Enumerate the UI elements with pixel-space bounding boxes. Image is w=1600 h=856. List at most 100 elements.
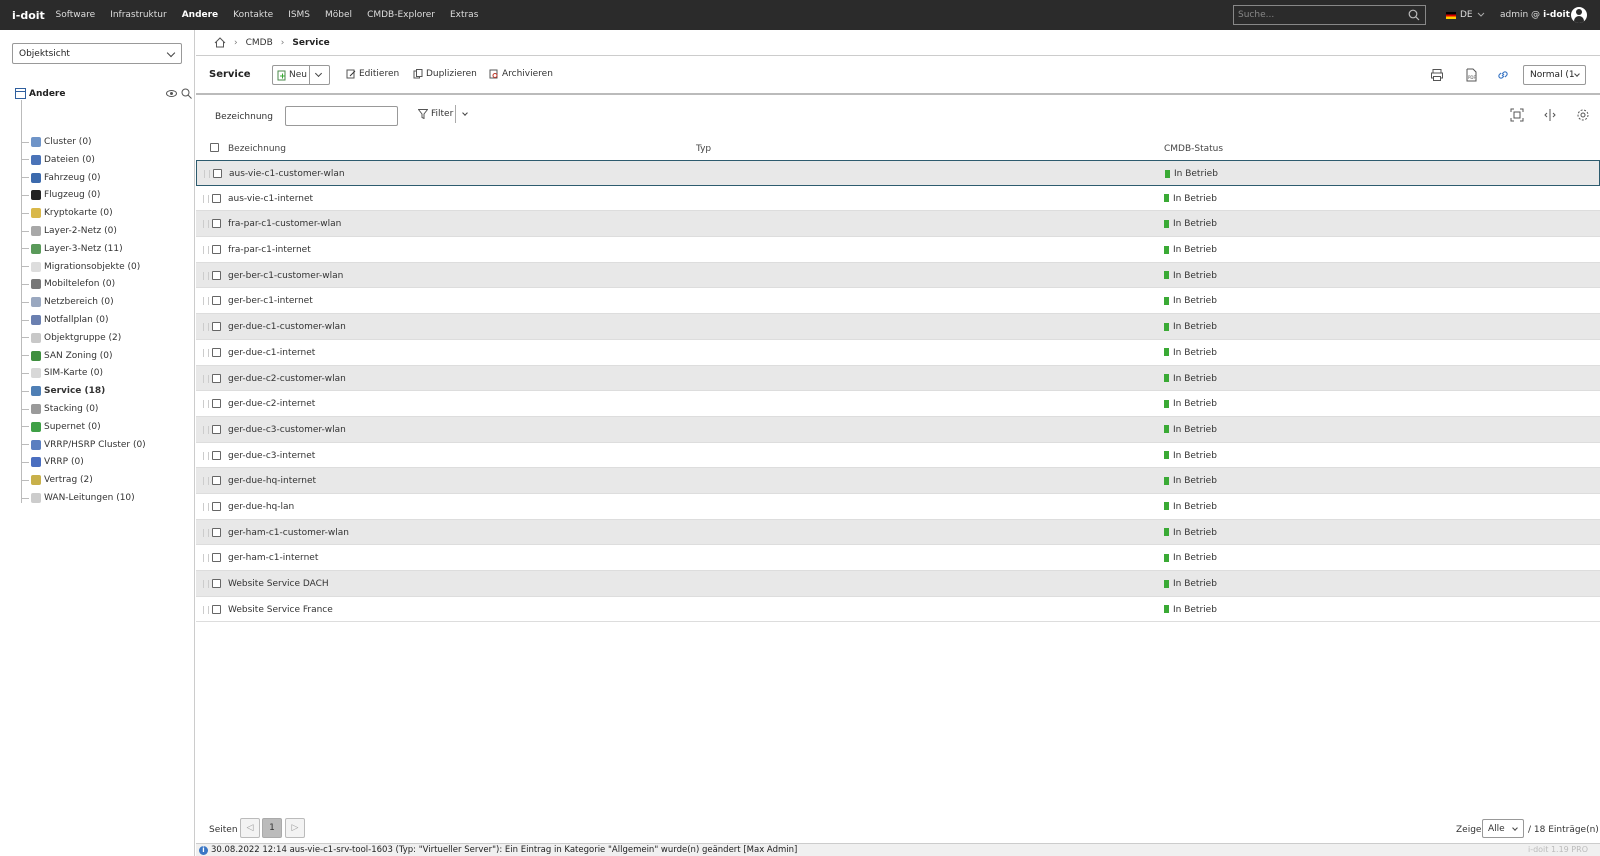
nav-item-infrastruktur[interactable]: Infrastruktur (103, 0, 175, 30)
drag-handle-icon[interactable] (203, 194, 209, 203)
row-checkbox[interactable] (212, 270, 221, 280)
prev-page-button[interactable]: ◁ (240, 818, 260, 838)
breadcrumb-cmdb[interactable]: CMDB (246, 38, 273, 48)
drag-handle-icon[interactable] (203, 323, 209, 332)
new-dropdown-toggle[interactable] (310, 66, 329, 84)
column-header-status[interactable]: CMDB-Status (1164, 144, 1223, 154)
tree-item[interactable]: Netzbereich (0) (21, 293, 114, 311)
tree-item[interactable]: VRRP (0) (21, 453, 84, 471)
table-row[interactable]: Website Service DACH In Betrieb (196, 571, 1600, 597)
table-row[interactable]: aus-vie-c1-customer-wlan In Betrieb (196, 160, 1600, 186)
search-input[interactable] (1238, 10, 1398, 20)
app-logo[interactable]: i-doit (0, 9, 48, 22)
cell-name[interactable]: ger-ber-c1-customer-wlan (228, 271, 343, 281)
drag-handle-icon[interactable] (203, 554, 209, 563)
table-row[interactable]: ger-due-c2-customer-wlan In Betrieb (196, 365, 1600, 392)
column-resize-icon[interactable] (1543, 108, 1557, 122)
row-checkbox[interactable] (212, 245, 221, 255)
gear-icon[interactable] (1576, 108, 1590, 122)
tree-item[interactable]: Notfallplan (0) (21, 311, 109, 329)
print-icon[interactable] (1430, 68, 1444, 82)
row-checkbox[interactable] (212, 527, 221, 537)
tree-root[interactable]: Andere (15, 88, 65, 99)
cell-name[interactable]: ger-due-c3-customer-wlan (228, 425, 346, 435)
drag-handle-icon[interactable] (203, 297, 209, 306)
select-all-checkbox[interactable] (210, 143, 219, 152)
tree-item[interactable]: Cluster (0) (21, 133, 92, 151)
table-row[interactable]: ger-due-c3-customer-wlan In Betrieb (196, 416, 1600, 443)
tree-item[interactable]: Dateien (0) (21, 151, 95, 169)
tree-item[interactable]: Vertrag (2) (21, 471, 93, 489)
row-checkbox[interactable] (212, 450, 221, 460)
row-checkbox[interactable] (212, 476, 221, 486)
drag-handle-icon[interactable] (203, 528, 209, 537)
cell-name[interactable]: Website Service France (228, 605, 333, 615)
filter-dropdown-toggle[interactable] (462, 110, 468, 116)
search-icon[interactable] (181, 88, 192, 99)
table-row[interactable]: ger-ber-c1-customer-wlan In Betrieb (196, 262, 1600, 289)
row-checkbox[interactable] (212, 604, 221, 614)
row-checkbox[interactable] (212, 399, 221, 409)
table-row[interactable]: ger-ham-c1-customer-wlan In Betrieb (196, 519, 1600, 546)
drag-handle-icon[interactable] (204, 170, 210, 178)
cell-name[interactable]: ger-due-hq-lan (228, 502, 294, 512)
filter-button[interactable]: Filter (418, 109, 453, 119)
table-row[interactable]: Website Service France In Betrieb (196, 597, 1600, 623)
search-icon[interactable] (1408, 9, 1420, 21)
new-button-main[interactable]: Neu (273, 66, 311, 84)
view-select[interactable]: Objektsicht (12, 43, 182, 64)
drag-handle-icon[interactable] (203, 374, 209, 383)
page-button-current[interactable]: 1 (262, 818, 282, 838)
tree-item[interactable]: Objektgruppe (2) (21, 329, 121, 347)
drag-handle-icon[interactable] (203, 220, 209, 229)
table-row[interactable]: ger-due-c1-customer-wlan In Betrieb (196, 314, 1600, 340)
home-icon[interactable] (214, 37, 226, 48)
cell-name[interactable]: ger-ber-c1-internet (228, 296, 313, 306)
tree-item[interactable]: Fahrzeug (0) (21, 169, 101, 187)
duplicate-button[interactable]: Duplizieren (413, 69, 477, 79)
table-row[interactable]: ger-ber-c1-internet In Betrieb (196, 288, 1600, 315)
tree-item[interactable]: Kryptokarte (0) (21, 204, 113, 222)
tree-item[interactable]: SIM-Karte (0) (21, 364, 103, 382)
avatar-icon[interactable] (1571, 7, 1587, 23)
tree-item[interactable]: Flugzeug (0) (21, 186, 100, 204)
cell-name[interactable]: ger-due-c3-internet (228, 451, 315, 461)
table-row[interactable]: ger-due-c2-internet In Betrieb (196, 391, 1600, 417)
cell-name[interactable]: ger-due-c2-internet (228, 399, 315, 409)
cell-name[interactable]: Website Service DACH (228, 579, 329, 589)
row-checkbox[interactable] (212, 322, 221, 332)
row-checkbox[interactable] (212, 347, 221, 357)
archive-button[interactable]: Archivieren (489, 69, 553, 79)
tree-item[interactable]: Service (18) (21, 382, 105, 400)
drag-handle-icon[interactable] (203, 425, 209, 434)
row-checkbox[interactable] (212, 193, 221, 203)
cell-name[interactable]: ger-ham-c1-customer-wlan (228, 528, 349, 538)
tree-item[interactable]: Layer-2-Netz (0) (21, 222, 117, 240)
table-row[interactable]: ger-due-hq-internet In Betrieb (196, 468, 1600, 494)
nav-item-andere[interactable]: Andere (174, 0, 225, 30)
drag-handle-icon[interactable] (203, 502, 209, 511)
cell-name[interactable]: fra-par-c1-internet (228, 245, 311, 255)
drag-handle-icon[interactable] (203, 271, 209, 280)
filter-input[interactable] (285, 106, 398, 126)
nav-item-isms[interactable]: ISMS (281, 0, 318, 30)
cell-name[interactable]: ger-due-c2-customer-wlan (228, 374, 346, 384)
row-checkbox[interactable] (212, 553, 221, 563)
row-checkbox[interactable] (212, 219, 221, 229)
cell-name[interactable]: aus-vie-c1-customer-wlan (229, 169, 345, 179)
table-row[interactable]: ger-due-c1-internet In Betrieb (196, 340, 1600, 366)
language-select[interactable]: DE (1446, 0, 1485, 30)
tree-item[interactable]: Supernet (0) (21, 418, 101, 436)
per-page-select[interactable]: Alle (1482, 819, 1524, 838)
table-row[interactable]: ger-due-c3-internet In Betrieb (196, 443, 1600, 469)
eye-icon[interactable] (166, 88, 177, 99)
nav-item-extras[interactable]: Extras (442, 0, 485, 30)
drag-handle-icon[interactable] (203, 477, 209, 486)
edit-button[interactable]: Editieren (346, 69, 399, 79)
column-header-typ[interactable]: Typ (696, 144, 711, 154)
row-checkbox[interactable] (213, 169, 222, 178)
drag-handle-icon[interactable] (203, 348, 209, 357)
table-row[interactable]: ger-ham-c1-internet In Betrieb (196, 545, 1600, 571)
table-row[interactable]: fra-par-c1-internet In Betrieb (196, 237, 1600, 263)
cell-name[interactable]: ger-due-c1-customer-wlan (228, 322, 346, 332)
